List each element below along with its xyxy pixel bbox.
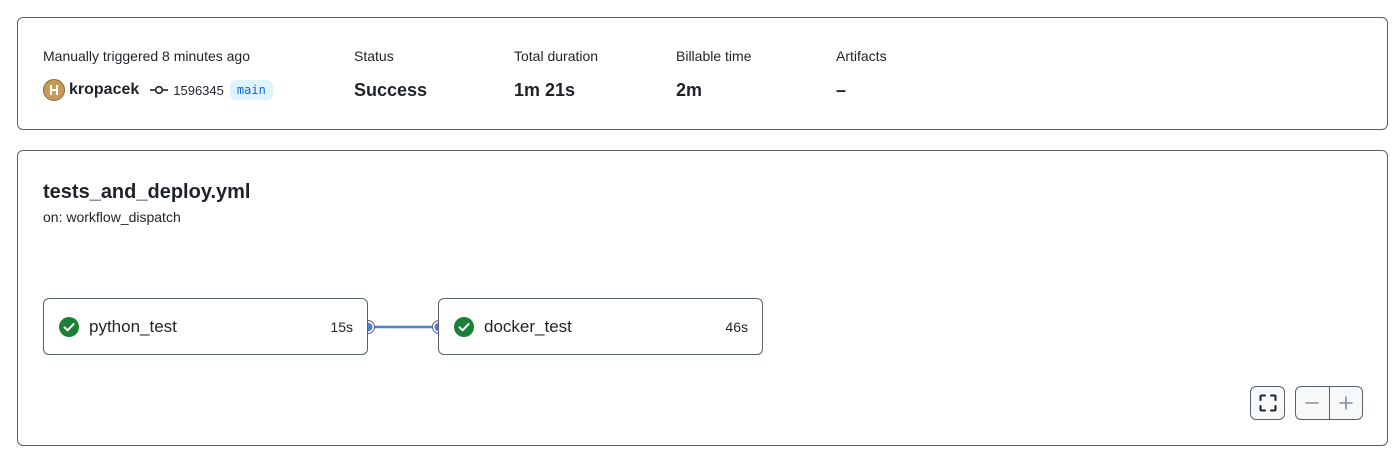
zoom-controls	[1295, 386, 1363, 420]
artifacts-label: Artifacts	[836, 48, 887, 64]
duration-label: Total duration	[514, 48, 599, 64]
duration-value: 1m 21s	[514, 80, 576, 100]
trigger-column: Manually triggered 8 minutes ago kropace…	[43, 46, 273, 102]
billable-value[interactable]: 2m	[676, 78, 751, 102]
actor-row: kropacek 1596345 main	[43, 78, 273, 102]
trigger-label: Manually triggered 8 minutes ago	[43, 48, 251, 64]
actor-name[interactable]: kropacek	[69, 81, 139, 99]
billable-column: Billable time 2m	[676, 46, 751, 102]
run-summary-card: Manually triggered 8 minutes ago kropace…	[17, 17, 1388, 130]
job-name: python_test	[89, 316, 177, 336]
avatar[interactable]	[43, 79, 65, 101]
avatar-icon	[50, 85, 58, 95]
fullscreen-icon	[1259, 394, 1276, 412]
job-duration: 46s	[725, 318, 748, 335]
workflow-graph-card: tests_and_deploy.yml on: workflow_dispat…	[17, 150, 1388, 446]
status-value: Success	[354, 80, 428, 100]
plus-icon	[1338, 396, 1353, 410]
branch-badge[interactable]: main	[229, 80, 273, 100]
status-column: Status Success	[354, 46, 427, 102]
commit-sha-link[interactable]: 1596345	[173, 83, 224, 98]
zoom-in-button[interactable]	[1329, 387, 1362, 419]
status-label: Status	[354, 48, 394, 64]
workflow-file-title[interactable]: tests_and_deploy.yml	[43, 181, 250, 204]
fullscreen-button[interactable]	[1250, 386, 1285, 420]
job-card-docker-test[interactable]: docker_test 46s	[438, 298, 763, 355]
duration-column: Total duration 1m 21s	[514, 46, 598, 102]
git-commit-icon	[150, 85, 169, 95]
job-card-python-test[interactable]: python_test 15s	[43, 298, 368, 355]
artifacts-column: Artifacts –	[836, 46, 887, 102]
zoom-out-button[interactable]	[1296, 387, 1329, 419]
minus-icon	[1305, 402, 1320, 404]
job-duration: 15s	[330, 318, 353, 335]
billable-label: Billable time	[676, 48, 752, 64]
artifacts-value: –	[836, 80, 847, 100]
check-circle-icon	[454, 316, 474, 337]
check-circle-icon	[59, 316, 79, 337]
job-name: docker_test	[484, 316, 572, 336]
workflow-trigger: on: workflow_dispatch	[43, 209, 181, 225]
